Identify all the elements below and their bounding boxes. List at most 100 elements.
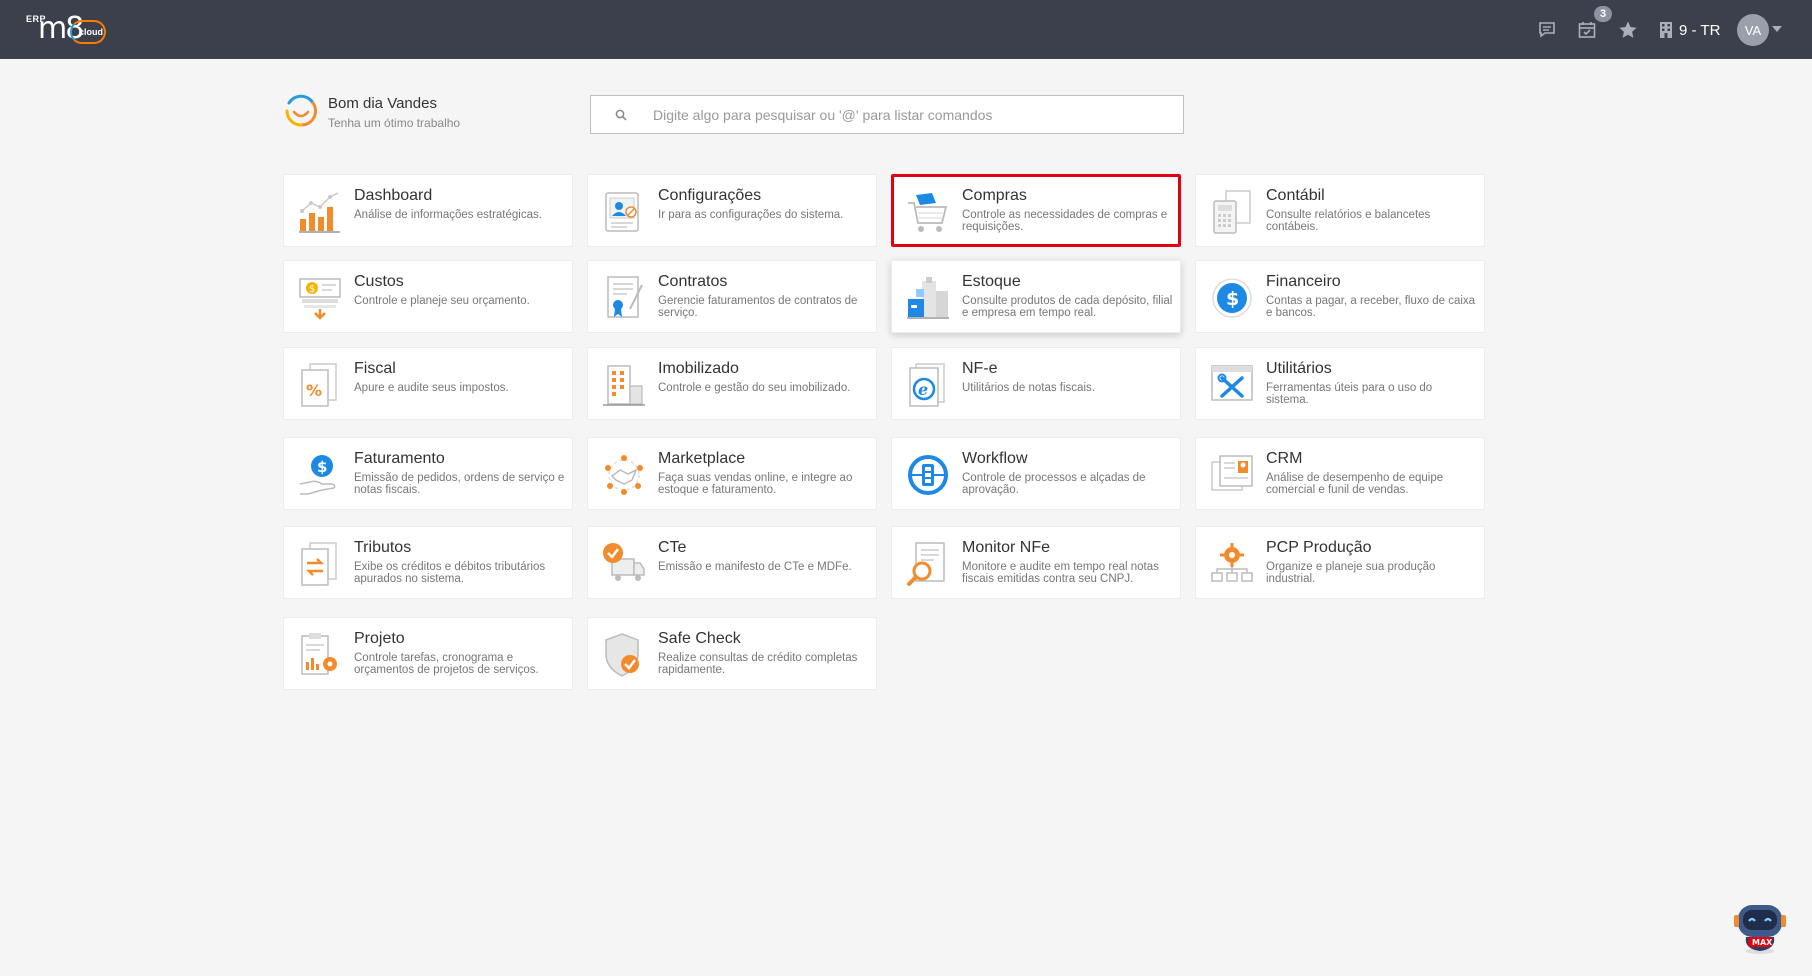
m8-cloud-logo[interactable]: ERP m8 cloud bbox=[24, 11, 116, 51]
module-title: Tributos bbox=[354, 539, 412, 556]
module-card-workflow[interactable]: Workflow Controle de processos e alçadas… bbox=[891, 437, 1181, 510]
module-card-fiscal[interactable]: % Fiscal Apure e audite seus impostos. bbox=[283, 347, 573, 420]
greeting-smile-icon bbox=[285, 94, 317, 127]
scrollbar[interactable] bbox=[1797, 59, 1812, 976]
workflow-icon bbox=[908, 455, 948, 495]
module-title: Compras bbox=[962, 187, 1027, 204]
max-assistant-robot-icon[interactable]: MAX bbox=[1730, 897, 1790, 957]
dollar-coin-icon: $ bbox=[1212, 278, 1252, 318]
top-bar: ERP m8 cloud 3 9 - TR VA bbox=[0, 0, 1812, 59]
tools-icon bbox=[1211, 365, 1253, 401]
module-card-projeto[interactable]: Projeto Controle tarefas, cronograma e o… bbox=[283, 617, 573, 690]
truck-check-icon bbox=[603, 543, 645, 581]
chevron-down-icon[interactable] bbox=[1772, 26, 1782, 32]
module-title: Fiscal bbox=[354, 360, 396, 377]
module-description: Contas a pagar, a receber, fluxo de caix… bbox=[1266, 295, 1476, 319]
module-card-monitor-nfe[interactable]: Monitor NFe Monitore e audite em tempo r… bbox=[891, 526, 1181, 599]
project-clipboard-icon bbox=[301, 633, 337, 675]
max-bot-label: MAX bbox=[1752, 938, 1773, 947]
shield-check-icon bbox=[605, 633, 639, 677]
module-title: Utilitários bbox=[1266, 360, 1332, 377]
module-title: Configurações bbox=[658, 187, 762, 204]
star-icon[interactable] bbox=[1616, 18, 1640, 42]
module-title: PCP Produção bbox=[1266, 539, 1372, 556]
module-title: Contratos bbox=[658, 273, 728, 290]
module-description: Ferramentas úteis para o uso do sistema. bbox=[1266, 382, 1433, 406]
building-assets-icon bbox=[603, 365, 645, 406]
module-description: Controle tarefas, cronograma e orçamento… bbox=[354, 652, 539, 676]
module-card-cte[interactable]: CTe Emissão e manifesto de CTe e MDFe. bbox=[587, 526, 877, 599]
module-title: Safe Check bbox=[658, 630, 741, 647]
billing-hand-icon: $ bbox=[299, 455, 336, 495]
module-description: Consulte produtos de cada depósito, fili… bbox=[962, 295, 1173, 319]
module-title: Custos bbox=[354, 273, 404, 290]
search-icon bbox=[611, 105, 631, 125]
module-title: Contábil bbox=[1266, 187, 1325, 204]
svg-text:e: e bbox=[918, 380, 928, 399]
module-title: NF-e bbox=[962, 360, 998, 377]
module-card-crm[interactable]: CRM Análise de desempenho de equipe come… bbox=[1195, 437, 1485, 510]
module-title: Faturamento bbox=[354, 450, 445, 467]
warehouse-boxes-icon bbox=[907, 277, 949, 319]
module-card-custos[interactable]: $ Custos Controle e planeje seu orçament… bbox=[283, 260, 573, 333]
tax-exchange-icon bbox=[301, 542, 337, 586]
module-card-compras[interactable]: Compras Controle as necessidades de comp… bbox=[891, 174, 1181, 247]
company-label: 9 - TR bbox=[1679, 21, 1721, 39]
calendar-check-icon[interactable] bbox=[1575, 18, 1599, 42]
module-card-pcp-producao[interactable]: PCP Produção Organize e planeje sua prod… bbox=[1195, 526, 1485, 599]
svg-text:$: $ bbox=[1226, 288, 1239, 310]
module-description: Utilitários de notas fiscais. bbox=[962, 382, 1095, 394]
calculator-document-icon bbox=[1213, 190, 1251, 234]
module-card-safe-check[interactable]: Safe Check Realize consultas de crédito … bbox=[587, 617, 877, 690]
module-description: Controle e planeje seu orçamento. bbox=[354, 295, 530, 307]
notification-badge[interactable]: 3 bbox=[1594, 6, 1612, 22]
chat-icon[interactable] bbox=[1535, 18, 1559, 42]
module-card-estoque[interactable]: Estoque Consulte produtos de cada depósi… bbox=[891, 260, 1181, 333]
module-description: Consulte relatórios e balancetes contábe… bbox=[1266, 209, 1431, 233]
module-card-nfe[interactable]: e NF-e Utilitários de notas fiscais. bbox=[891, 347, 1181, 420]
svg-text:$: $ bbox=[309, 284, 315, 295]
module-card-tributos[interactable]: Tributos Exibe os créditos e débitos tri… bbox=[283, 526, 573, 599]
module-description: Faça suas vendas online, e integre ao es… bbox=[658, 472, 853, 496]
module-description: Monitore e audite em tempo real notas fi… bbox=[962, 561, 1159, 585]
module-description: Emissão de pedidos, ordens de serviço e … bbox=[354, 472, 565, 496]
module-title: Imobilizado bbox=[658, 360, 739, 377]
module-card-imobilizado[interactable]: Imobilizado Controle e gestão do seu imo… bbox=[587, 347, 877, 420]
module-card-configuracoes[interactable]: Configurações Ir para as configurações d… bbox=[587, 174, 877, 247]
module-description: Exibe os créditos e débitos tributários … bbox=[354, 561, 546, 585]
module-title: Projeto bbox=[354, 630, 405, 647]
greeting-title: Bom dia Vandes bbox=[328, 95, 437, 112]
contract-icon bbox=[607, 276, 643, 318]
module-card-contratos[interactable]: Contratos Gerencie faturamentos de contr… bbox=[587, 260, 877, 333]
module-description: Análise de desempenho de equipe comercia… bbox=[1266, 472, 1444, 496]
module-description: Controle e gestão do seu imobilizado. bbox=[658, 382, 851, 394]
settings-profile-icon bbox=[605, 192, 639, 232]
module-description: Apure e audite seus impostos. bbox=[354, 382, 509, 394]
logo-cloud-text: cloud bbox=[79, 27, 103, 37]
module-title: Dashboard bbox=[354, 187, 433, 204]
shopping-cart-icon bbox=[908, 193, 948, 232]
module-title: Financeiro bbox=[1266, 273, 1341, 290]
module-description: Emissão e manifesto de CTe e MDFe. bbox=[658, 561, 852, 573]
module-card-financeiro[interactable]: $ Financeiro Contas a pagar, a receber, … bbox=[1195, 260, 1485, 333]
magnifier-document-icon bbox=[907, 542, 945, 586]
module-title: CRM bbox=[1266, 450, 1303, 467]
module-title: CTe bbox=[658, 539, 687, 556]
module-card-dashboard[interactable]: Dashboard Análise de informações estraté… bbox=[283, 174, 573, 247]
user-avatar[interactable]: VA bbox=[1737, 14, 1769, 46]
greeting-subtitle: Tenha um ótimo trabalho bbox=[328, 116, 461, 130]
module-title: Marketplace bbox=[658, 450, 746, 467]
company-selector[interactable]: 9 - TR bbox=[1659, 19, 1720, 41]
svg-text:$: $ bbox=[317, 458, 327, 476]
module-title: Estoque bbox=[962, 273, 1021, 290]
percent-document-icon: % bbox=[301, 363, 337, 407]
module-card-marketplace[interactable]: Marketplace Faça suas vendas online, e i… bbox=[587, 437, 877, 510]
module-card-utilitarios[interactable]: Utilitários Ferramentas úteis para o uso… bbox=[1195, 347, 1485, 420]
module-card-faturamento[interactable]: $ Faturamento Emissão de pedidos, ordens… bbox=[283, 437, 573, 510]
command-search[interactable] bbox=[590, 95, 1184, 134]
module-description: Ir para as configurações do sistema. bbox=[658, 209, 844, 221]
search-input[interactable] bbox=[653, 106, 1173, 123]
module-card-contabil[interactable]: Contábil Consulte relatórios e balancete… bbox=[1195, 174, 1485, 247]
module-description: Gerencie faturamentos de contratos de se… bbox=[658, 295, 858, 319]
module-description: Organize e planeje sua produção industri… bbox=[1266, 561, 1436, 585]
